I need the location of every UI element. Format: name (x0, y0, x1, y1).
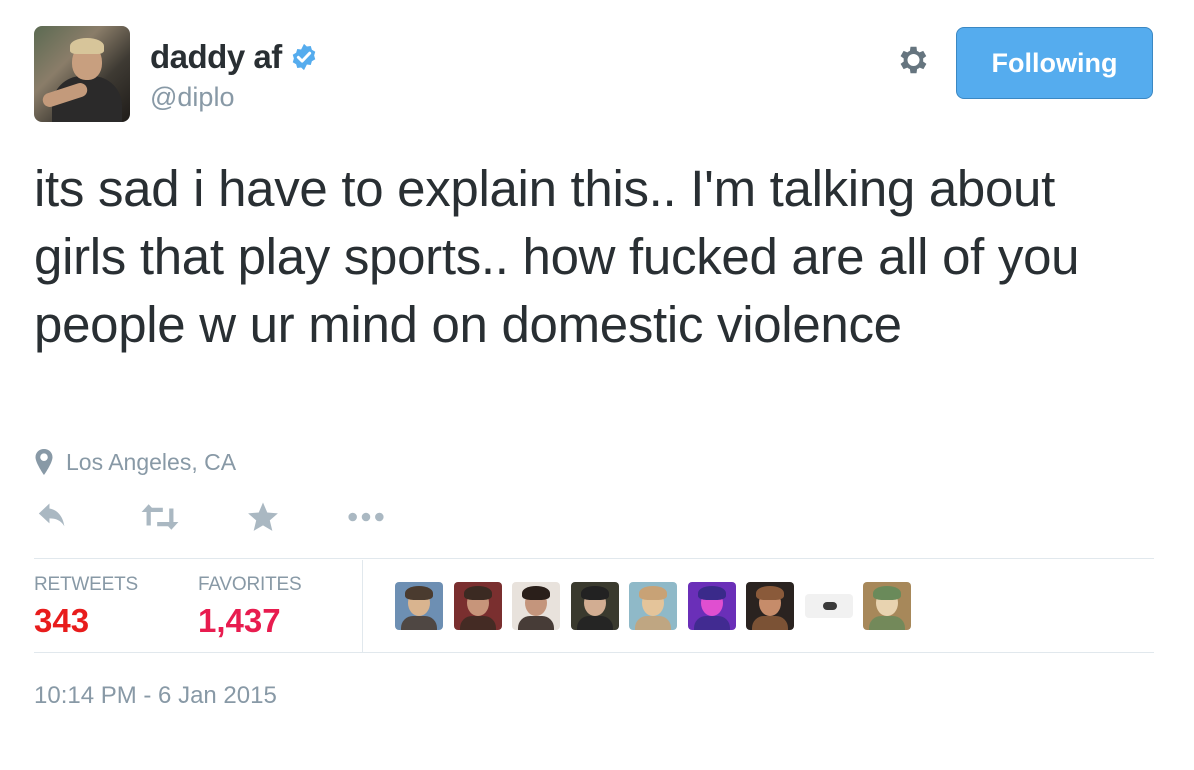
favorites-stat[interactable]: FAVORITES 1,437 (198, 574, 302, 640)
avatar-7[interactable] (746, 582, 794, 630)
divider-top (34, 558, 1154, 559)
location-pin-icon (35, 449, 53, 475)
avatar-2[interactable] (454, 582, 502, 630)
retweets-count: 343 (34, 602, 90, 639)
location-text: Los Angeles, CA (66, 448, 237, 475)
user-handle[interactable]: @diplo (150, 82, 234, 113)
display-name[interactable]: daddy af (150, 38, 282, 76)
divider-bottom (34, 652, 1154, 653)
tweet-timestamp[interactable]: 10:14 PM - 6 Jan 2015 (34, 682, 277, 710)
avatar-9[interactable] (863, 582, 911, 630)
avatar-3[interactable] (512, 582, 560, 630)
tweet-location[interactable]: Los Angeles, CA (34, 448, 236, 476)
gear-icon[interactable] (894, 42, 930, 78)
more-icon[interactable] (346, 500, 386, 534)
retweets-stat[interactable]: RETWEETS 343 (34, 574, 138, 640)
star-icon[interactable] (246, 500, 280, 534)
avatar-5[interactable] (629, 582, 677, 630)
avatar-6[interactable] (688, 582, 736, 630)
retweets-label: RETWEETS (34, 574, 138, 595)
name-row: daddy af (150, 38, 319, 76)
favorites-count: 1,437 (198, 602, 281, 639)
avatar-hair-shape (70, 38, 104, 54)
favorites-label: FAVORITES (198, 574, 302, 595)
verified-badge-icon (292, 43, 315, 71)
reply-icon[interactable] (36, 500, 70, 534)
user-avatar[interactable] (34, 26, 130, 122)
stats-divider (362, 560, 363, 652)
following-button[interactable]: Following (956, 27, 1153, 99)
avatar-1[interactable] (395, 582, 443, 630)
tweet-text: its sad i have to explain this.. I'm tal… (34, 160, 1080, 353)
avatar-4[interactable] (571, 582, 619, 630)
avatar-8[interactable] (805, 594, 853, 618)
retweet-icon[interactable] (140, 500, 180, 534)
